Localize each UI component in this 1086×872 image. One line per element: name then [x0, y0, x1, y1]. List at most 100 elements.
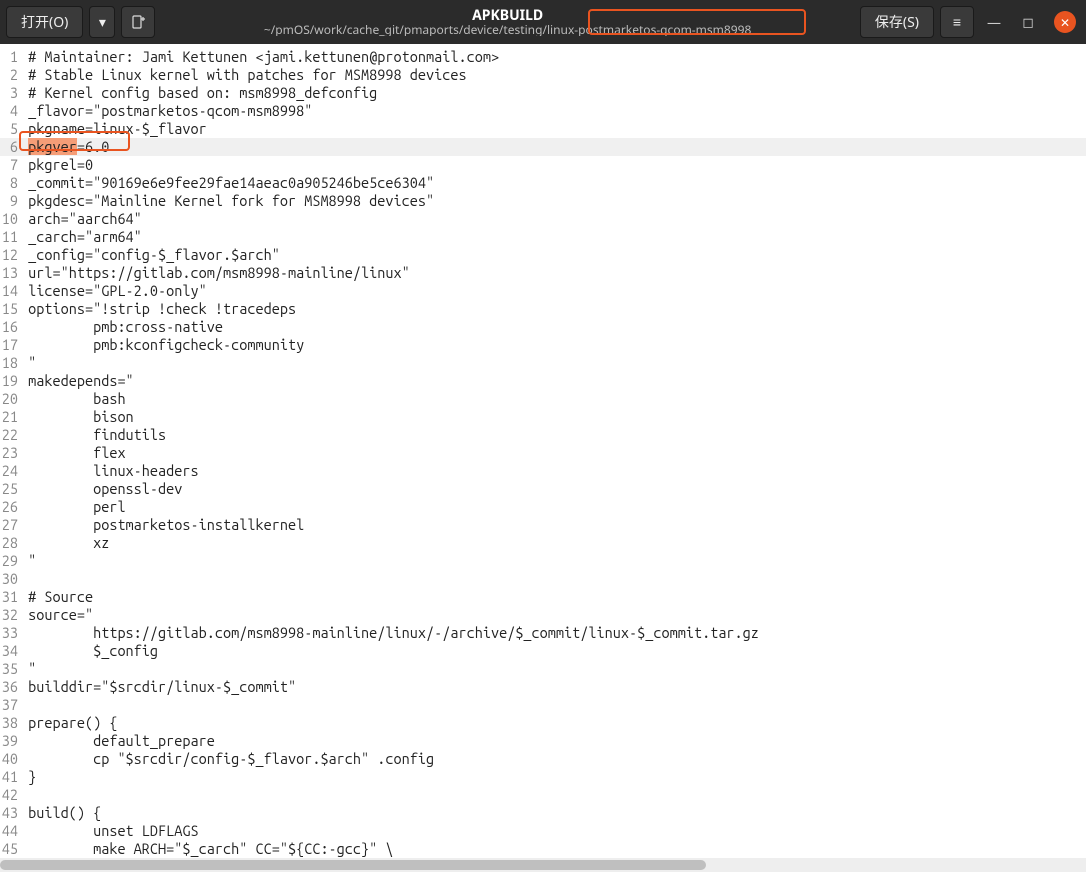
code-content[interactable]: " [20, 660, 36, 678]
code-content[interactable]: bison [20, 408, 134, 426]
code-content[interactable]: # Maintainer: Jami Kettunen <jami.kettun… [20, 48, 499, 66]
code-content[interactable]: _carch="arm64" [20, 228, 142, 246]
code-line[interactable]: 36 builddir="$srcdir/linux-$_commit" [0, 678, 1086, 696]
text-editor[interactable]: 1 # Maintainer: Jami Kettunen <jami.kett… [0, 44, 1086, 858]
code-line[interactable]: 10 arch="aarch64" [0, 210, 1086, 228]
code-content[interactable]: $_config [20, 642, 158, 660]
hamburger-menu-button[interactable]: ≡ [940, 6, 974, 38]
code-content[interactable]: bash [20, 390, 126, 408]
code-content[interactable]: xz [20, 534, 109, 552]
code-line[interactable]: 35 " [0, 660, 1086, 678]
code-line[interactable]: 11 _carch="arm64" [0, 228, 1086, 246]
code-line[interactable]: 4 _flavor="postmarketos-qcom-msm8998" [0, 102, 1086, 120]
code-line[interactable]: 42 [0, 786, 1086, 804]
window-close-button[interactable]: ✕ [1054, 11, 1076, 33]
code-line[interactable]: 29 " [0, 552, 1086, 570]
code-content[interactable]: prepare() { [20, 714, 117, 732]
code-line[interactable]: 25 openssl-dev [0, 480, 1086, 498]
code-content[interactable]: " [20, 354, 36, 372]
code-line[interactable]: 31 # Source [0, 588, 1086, 606]
code-content[interactable]: _flavor="postmarketos-qcom-msm8998" [20, 102, 312, 120]
code-line[interactable]: 8 _commit="90169e6e9fee29fae14aeac0a9052… [0, 174, 1086, 192]
code-content[interactable]: source=" [20, 606, 93, 624]
code-line[interactable]: 38 prepare() { [0, 714, 1086, 732]
code-content[interactable]: pkgver=6.0 [20, 138, 109, 156]
code-content[interactable]: pkgdesc="Mainline Kernel fork for MSM899… [20, 192, 434, 210]
code-content[interactable]: makedepends=" [20, 372, 134, 390]
code-line[interactable]: 23 flex [0, 444, 1086, 462]
code-line[interactable]: 13 url="https://gitlab.com/msm8998-mainl… [0, 264, 1086, 282]
code-content[interactable]: https://gitlab.com/msm8998-mainline/linu… [20, 624, 759, 642]
code-content[interactable]: perl [20, 498, 126, 516]
code-line[interactable]: 41 } [0, 768, 1086, 786]
code-content[interactable]: pkgname=linux-$_flavor [20, 120, 207, 138]
save-button[interactable]: 保存(S) [860, 6, 934, 38]
code-line[interactable]: 30 [0, 570, 1086, 588]
code-content[interactable]: url="https://gitlab.com/msm8998-mainline… [20, 264, 410, 282]
code-line[interactable]: 22 findutils [0, 426, 1086, 444]
horizontal-scrollbar-thumb[interactable] [0, 860, 706, 870]
code-line[interactable]: 12 _config="config-$_flavor.$arch" [0, 246, 1086, 264]
open-dropdown-button[interactable]: ▾ [89, 6, 115, 38]
code-content[interactable] [20, 786, 28, 804]
code-line[interactable]: 7 pkgrel=0 [0, 156, 1086, 174]
code-line[interactable]: 45 make ARCH="$_carch" CC="${CC:-gcc}" \ [0, 840, 1086, 858]
code-line[interactable]: 16 pmb:cross-native [0, 318, 1086, 336]
code-content[interactable]: _commit="90169e6e9fee29fae14aeac0a905246… [20, 174, 434, 192]
code-line[interactable]: 14 license="GPL-2.0-only" [0, 282, 1086, 300]
code-content[interactable]: build() { [20, 804, 101, 822]
code-line[interactable]: 9 pkgdesc="Mainline Kernel fork for MSM8… [0, 192, 1086, 210]
code-content[interactable]: make ARCH="$_carch" CC="${CC:-gcc}" \ [20, 840, 394, 858]
code-content[interactable]: " [20, 552, 36, 570]
code-line[interactable]: 33 https://gitlab.com/msm8998-mainline/l… [0, 624, 1086, 642]
code-content[interactable]: unset LDFLAGS [20, 822, 199, 840]
code-line[interactable]: 19 makedepends=" [0, 372, 1086, 390]
code-line[interactable]: 37 [0, 696, 1086, 714]
code-line[interactable]: 5 pkgname=linux-$_flavor [0, 120, 1086, 138]
code-content[interactable]: # Stable Linux kernel with patches for M… [20, 66, 467, 84]
code-content[interactable]: _config="config-$_flavor.$arch" [20, 246, 280, 264]
code-line[interactable]: 32 source=" [0, 606, 1086, 624]
code-line[interactable]: 18 " [0, 354, 1086, 372]
code-content[interactable]: pmb:cross-native [20, 318, 223, 336]
code-content[interactable]: findutils [20, 426, 166, 444]
window-maximize-button[interactable]: ◻ [1014, 8, 1042, 36]
code-content[interactable]: cp "$srcdir/config-$_flavor.$arch" .conf… [20, 750, 434, 768]
code-line[interactable]: 15 options="!strip !check !tracedeps [0, 300, 1086, 318]
code-content[interactable] [20, 696, 28, 714]
code-content[interactable]: } [20, 768, 36, 786]
code-content[interactable]: license="GPL-2.0-only" [20, 282, 207, 300]
code-line[interactable]: 20 bash [0, 390, 1086, 408]
code-line[interactable]: 34 $_config [0, 642, 1086, 660]
code-content[interactable] [20, 570, 28, 588]
code-content[interactable]: pkgrel=0 [20, 156, 93, 174]
new-tab-button[interactable] [121, 6, 155, 38]
code-content[interactable]: openssl-dev [20, 480, 182, 498]
code-line[interactable]: 21 bison [0, 408, 1086, 426]
open-button[interactable]: 打开(O) [6, 6, 83, 38]
code-content[interactable]: builddir="$srcdir/linux-$_commit" [20, 678, 296, 696]
window-minimize-button[interactable]: — [980, 8, 1008, 36]
code-line[interactable]: 40 cp "$srcdir/config-$_flavor.$arch" .c… [0, 750, 1086, 768]
code-content[interactable]: # Kernel config based on: msm8998_defcon… [20, 84, 377, 102]
code-line[interactable]: 43 build() { [0, 804, 1086, 822]
code-line[interactable]: 28 xz [0, 534, 1086, 552]
code-line[interactable]: 27 postmarketos-installkernel [0, 516, 1086, 534]
code-content[interactable]: pmb:kconfigcheck-community [20, 336, 304, 354]
code-line[interactable]: 44 unset LDFLAGS [0, 822, 1086, 840]
code-content[interactable]: default_prepare [20, 732, 215, 750]
code-content[interactable]: options="!strip !check !tracedeps [20, 300, 296, 318]
code-content[interactable]: # Source [20, 588, 93, 606]
code-line[interactable]: 3 # Kernel config based on: msm8998_defc… [0, 84, 1086, 102]
code-line[interactable]: 1 # Maintainer: Jami Kettunen <jami.kett… [0, 48, 1086, 66]
code-line[interactable]: 2 # Stable Linux kernel with patches for… [0, 66, 1086, 84]
code-content[interactable]: flex [20, 444, 126, 462]
code-line[interactable]: 39 default_prepare [0, 732, 1086, 750]
code-content[interactable]: postmarketos-installkernel [20, 516, 304, 534]
code-content[interactable]: linux-headers [20, 462, 199, 480]
horizontal-scrollbar[interactable] [0, 858, 1086, 872]
code-line[interactable]: 26 perl [0, 498, 1086, 516]
code-line[interactable]: 6 pkgver=6.0 [0, 138, 1086, 156]
code-line[interactable]: 24 linux-headers [0, 462, 1086, 480]
code-line[interactable]: 17 pmb:kconfigcheck-community [0, 336, 1086, 354]
